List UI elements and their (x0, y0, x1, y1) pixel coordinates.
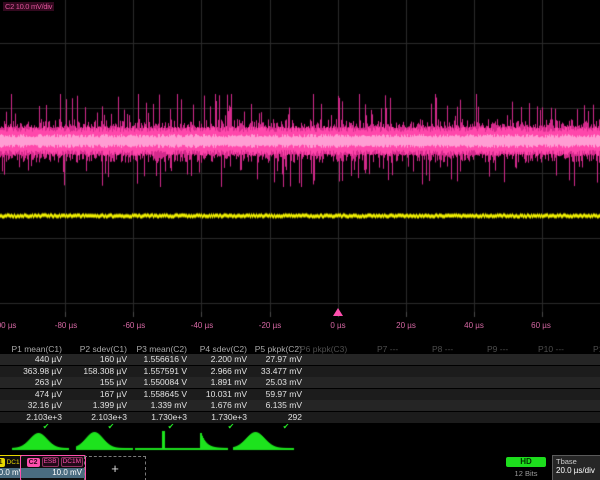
c2-volts-div: 10.0 mV (21, 468, 85, 478)
c2-coupling-chip: DC1M (61, 457, 83, 467)
measure-table: P1 mean(C1)440 µV363.98 µV263 µV474 µV32… (0, 340, 600, 430)
c2-badge: C2 (27, 458, 40, 467)
param-header-unused[interactable]: P9 --- (487, 344, 508, 354)
time-axis-label: -20 µs (259, 321, 281, 330)
timebase-value: 20.0 µs/div (553, 466, 600, 475)
time-axis-label: 60 µs (531, 321, 551, 330)
param-header-unused[interactable]: P11 (593, 344, 600, 354)
param-header-p5[interactable]: P5 pkpk(C2) (218, 344, 302, 354)
param-value: 25.03 mV (218, 377, 302, 388)
param-header-unused[interactable]: P7 --- (377, 344, 398, 354)
adc-bits-label: 12 Bits (504, 469, 548, 478)
c2-esb-chip: ESB (42, 457, 59, 467)
time-axis-label: 40 µs (464, 321, 484, 330)
time-axis-label: -80 µs (55, 321, 77, 330)
param-value: 6.135 mV (218, 400, 302, 411)
param-header-unused[interactable]: P10 --- (538, 344, 564, 354)
trigger-position-marker[interactable] (333, 308, 343, 316)
bottom-bar: C1 DC1M 10.0 mV C2 ESB DC1M 10.0 mV + HD… (0, 455, 600, 480)
param-header-unused[interactable]: P8 --- (432, 344, 453, 354)
timebase-descriptor[interactable]: Tbase 20.0 µs/div (552, 455, 600, 480)
waveform-display[interactable] (0, 0, 600, 318)
param-value: 292 (218, 412, 302, 423)
time-axis-label: 20 µs (396, 321, 416, 330)
oscilloscope-screen: C2 10.0 mV/div -100 µs -80 µs -60 µs -40 µs… (0, 0, 600, 480)
plus-icon: + (111, 461, 119, 476)
time-axis-label: 0 µs (330, 321, 345, 330)
timebase-label: Tbase (553, 456, 600, 466)
channel-c2-descriptor[interactable]: C2 ESB DC1M 10.0 mV (20, 455, 86, 480)
histicons (0, 429, 600, 453)
param-header-unused[interactable]: P6 pkpk(C3) (300, 344, 347, 354)
time-axis: -100 µs -80 µs -60 µs -40 µs -20 µs 0 µs 20 µs… (0, 317, 600, 339)
time-axis-label: -40 µs (191, 321, 213, 330)
c1-badge: C1 (0, 458, 5, 467)
time-axis-label: -100 µs (0, 321, 16, 330)
hd-mode-badge[interactable]: HD (506, 457, 546, 467)
trace-annotation: C2 10.0 mV/div (3, 2, 54, 11)
param-value: 27.97 mV (218, 354, 302, 365)
add-trace-button[interactable]: + (84, 456, 146, 480)
param-value: 59.97 mV (218, 389, 302, 400)
param-value: 33.477 mV (218, 366, 302, 377)
time-axis-label: -60 µs (123, 321, 145, 330)
